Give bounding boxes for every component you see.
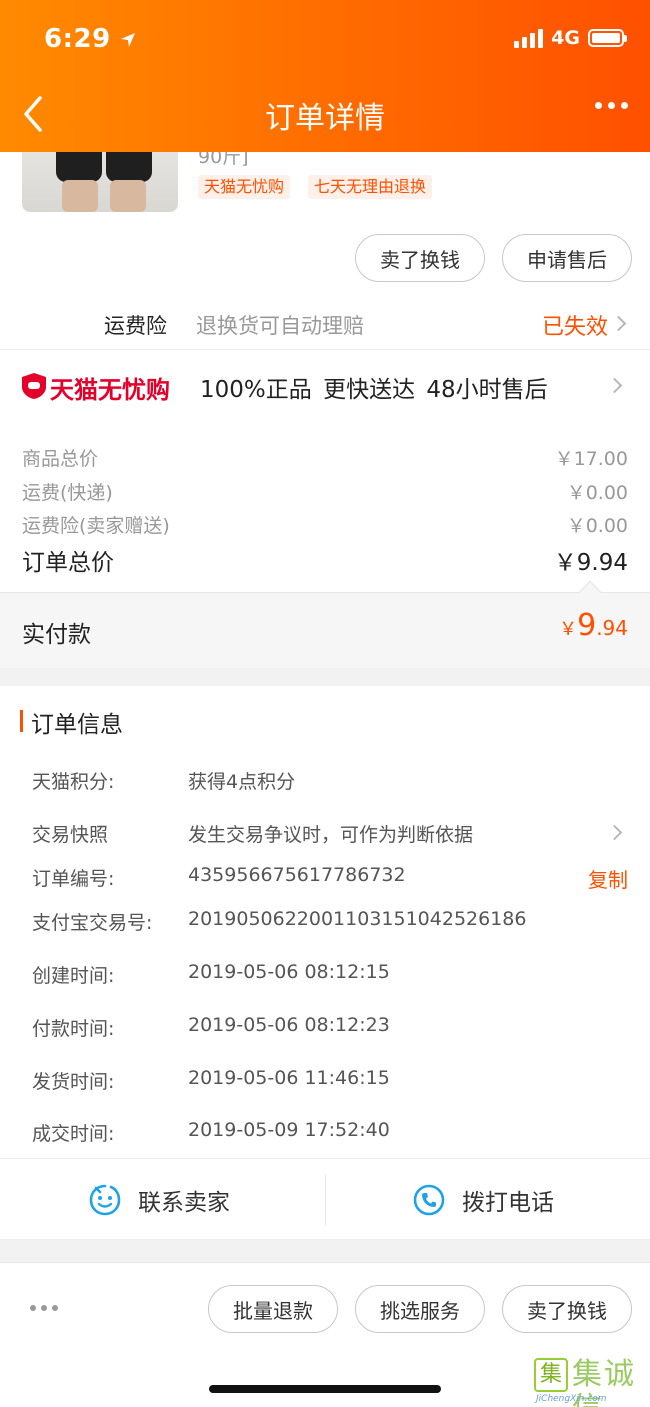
battery-icon	[588, 29, 627, 47]
page-title: 订单详情	[265, 101, 385, 136]
alipay-no-label: 支付宝交易号:	[32, 912, 153, 934]
insurance-name: 运费险	[104, 314, 167, 338]
section-accent-bar	[20, 710, 23, 732]
points-value: 获得4点积分	[188, 771, 296, 793]
shipping-insurance-row[interactable]: 运费险 退换货可自动理赔 已失效	[0, 296, 650, 350]
paid-time-label: 付款时间:	[32, 1018, 115, 1040]
order-total-value: ￥9.94	[553, 550, 628, 576]
shipped-time-value: 2019-05-06 11:46:15	[188, 1067, 390, 1089]
created-time-value: 2019-05-06 08:12:15	[188, 961, 390, 983]
home-indicator	[209, 1385, 441, 1393]
shipping-fee-row: 运费(快递) ￥0.00	[22, 478, 628, 505]
completed-time-label: 成交时间:	[32, 1123, 115, 1145]
shipping-fee-value: ￥0.00	[566, 482, 628, 504]
tmall-shield-icon	[22, 373, 46, 399]
paid-amount-box: 实付款 ￥9.94	[0, 592, 650, 668]
tmall-brand: 天猫无忧购	[50, 376, 170, 404]
contact-seller-button[interactable]: 联系卖家	[88, 1159, 230, 1241]
chevron-right-icon	[606, 377, 623, 394]
smiley-chat-icon	[89, 1184, 121, 1216]
trade-snapshot-row[interactable]: 交易快照 发生交易争议时，可作为判断依据	[0, 810, 650, 854]
contact-divider	[325, 1175, 326, 1225]
status-indicators: 4G	[514, 27, 627, 49]
order-no-value: 435956675617786732	[188, 864, 406, 886]
call-phone-label: 拨打电话	[462, 1190, 554, 1216]
alipay-no-value: 2019050622001103151042526186	[188, 908, 527, 930]
tag-seven-day-return: 七天无理由退换	[308, 175, 433, 199]
order-total-label: 订单总价	[22, 550, 114, 576]
completed-time-value: 2019-05-09 17:52:40	[188, 1119, 390, 1141]
copy-order-no-button[interactable]: 复制	[588, 864, 628, 893]
section-divider	[0, 668, 650, 686]
contact-bar: 联系卖家 拨打电话	[0, 1158, 650, 1240]
status-time: 6:29	[44, 24, 136, 54]
insurance-fee-row: 运费险(卖家赠送) ￥0.00	[22, 511, 628, 538]
watermark-url: JiChengXin.com	[536, 1394, 607, 1404]
watermark-logo: 集 集诚信 JiChengXin.com	[534, 1358, 644, 1407]
insurance-fee-label: 运费险(卖家赠送)	[22, 515, 170, 537]
paid-amount: ￥9.94	[559, 608, 628, 643]
network-type: 4G	[551, 27, 580, 49]
tmall-features: 100%正品 更快送达 48小时售后	[200, 377, 548, 403]
items-total-label: 商品总价	[22, 448, 99, 470]
section-divider	[0, 1240, 650, 1262]
nav-header: 6:29 4G 订单详情	[0, 0, 650, 152]
more-actions-icon[interactable]	[30, 1305, 58, 1311]
chevron-right-icon	[610, 315, 627, 332]
watermark-box: 集	[534, 1358, 568, 1392]
shipping-fee-label: 运费(快递)	[22, 482, 113, 504]
location-arrow-icon	[121, 32, 136, 47]
more-icon[interactable]	[595, 102, 628, 109]
snapshot-label: 交易快照	[32, 824, 109, 846]
batch-refund-button[interactable]: 批量退款	[208, 1285, 338, 1333]
insurance-desc: 退换货可自动理赔	[196, 314, 364, 338]
paid-time-value: 2019-05-06 08:12:23	[188, 1014, 390, 1036]
insurance-status: 已失效	[541, 315, 608, 340]
phone-icon	[413, 1184, 445, 1216]
contact-seller-label: 联系卖家	[138, 1190, 230, 1216]
sell-for-cash-button[interactable]: 卖了换钱	[355, 234, 485, 282]
order-info-title: 订单信息	[31, 712, 123, 738]
order-no-label: 订单编号:	[32, 868, 115, 890]
apply-aftersale-button[interactable]: 申请售后	[502, 234, 632, 282]
choose-service-button[interactable]: 挑选服务	[355, 1285, 485, 1333]
snapshot-value: 发生交易争议时，可作为判断依据	[188, 824, 474, 846]
points-label: 天猫积分:	[32, 771, 115, 793]
tmall-assurance-row[interactable]: 天猫无忧购 100%正品 更快送达 48小时售后	[0, 352, 650, 420]
chevron-right-icon	[606, 824, 623, 841]
shipped-time-label: 发货时间:	[32, 1071, 115, 1093]
sell-for-cash-bottom-button[interactable]: 卖了换钱	[502, 1285, 632, 1333]
items-total-row: 商品总价 ￥17.00	[22, 444, 628, 471]
paid-label: 实付款	[22, 622, 91, 648]
signal-icon	[514, 28, 544, 48]
call-phone-button[interactable]: 拨打电话	[412, 1159, 554, 1241]
created-time-label: 创建时间:	[32, 965, 115, 987]
items-total-value: ￥17.00	[554, 448, 628, 470]
order-total-row: 订单总价 ￥9.94	[22, 543, 628, 577]
tag-tmall-worry-free: 天猫无忧购	[198, 175, 291, 199]
insurance-fee-value: ￥0.00	[566, 515, 628, 537]
